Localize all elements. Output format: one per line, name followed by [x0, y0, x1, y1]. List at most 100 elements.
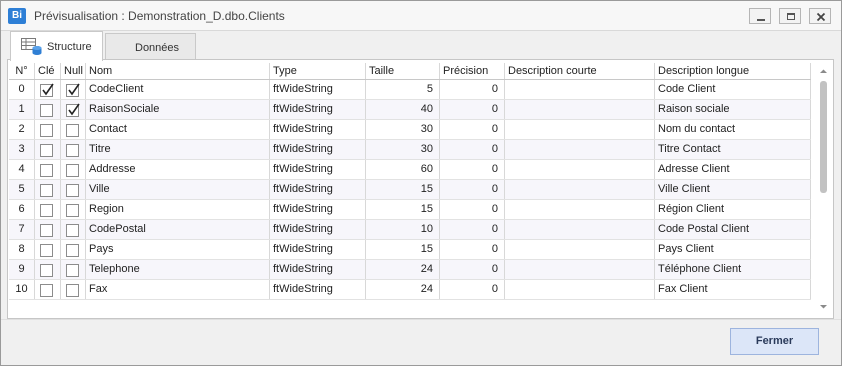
precision-cell[interactable]: 0 — [440, 100, 505, 119]
size-cell[interactable]: 5 — [366, 80, 440, 99]
type-cell[interactable]: ftWideString — [270, 260, 366, 279]
name-cell[interactable]: Region — [86, 200, 270, 219]
column-header-precision[interactable]: Précision — [440, 63, 505, 79]
table-row[interactable]: 4 Addresse ftWideString 60 0 Adresse Client — [9, 160, 811, 180]
tab-structure[interactable]: Structure — [10, 31, 103, 61]
short-description-cell[interactable] — [505, 80, 655, 99]
long-description-cell[interactable]: Raison sociale — [655, 100, 811, 119]
long-description-cell[interactable]: Téléphone Client — [655, 260, 811, 279]
key-checkbox[interactable] — [40, 104, 53, 117]
fermer-button[interactable]: Fermer — [730, 328, 819, 355]
precision-cell[interactable]: 0 — [440, 280, 505, 299]
long-description-cell[interactable]: Pays Client — [655, 240, 811, 259]
long-description-cell[interactable]: Fax Client — [655, 280, 811, 299]
precision-cell[interactable]: 0 — [440, 160, 505, 179]
key-checkbox[interactable] — [40, 224, 53, 237]
close-window-button[interactable] — [809, 8, 831, 24]
precision-cell[interactable]: 0 — [440, 180, 505, 199]
name-cell[interactable]: Fax — [86, 280, 270, 299]
null-checkbox[interactable] — [66, 124, 79, 137]
precision-cell[interactable]: 0 — [440, 80, 505, 99]
type-cell[interactable]: ftWideString — [270, 80, 366, 99]
size-cell[interactable]: 30 — [366, 120, 440, 139]
column-header-null[interactable]: Null — [61, 63, 86, 79]
minimize-button[interactable] — [749, 8, 771, 24]
type-cell[interactable]: ftWideString — [270, 200, 366, 219]
table-row[interactable]: 5 Ville ftWideString 15 0 Ville Client — [9, 180, 811, 200]
table-row[interactable]: 8 Pays ftWideString 15 0 Pays Client — [9, 240, 811, 260]
table-row[interactable]: 2 Contact ftWideString 30 0 Nom du contact — [9, 120, 811, 140]
precision-cell[interactable]: 0 — [440, 140, 505, 159]
long-description-cell[interactable]: Code Postal Client — [655, 220, 811, 239]
key-checkbox[interactable] — [40, 184, 53, 197]
type-cell[interactable]: ftWideString — [270, 140, 366, 159]
key-checkbox[interactable] — [40, 144, 53, 157]
long-description-cell[interactable]: Région Client — [655, 200, 811, 219]
type-cell[interactable]: ftWideString — [270, 280, 366, 299]
short-description-cell[interactable] — [505, 160, 655, 179]
vertical-scrollbar[interactable] — [815, 61, 832, 317]
long-description-cell[interactable]: Code Client — [655, 80, 811, 99]
long-description-cell[interactable]: Nom du contact — [655, 120, 811, 139]
short-description-cell[interactable] — [505, 120, 655, 139]
name-cell[interactable]: Addresse — [86, 160, 270, 179]
short-description-cell[interactable] — [505, 260, 655, 279]
column-header-type[interactable]: Type — [270, 63, 366, 79]
type-cell[interactable]: ftWideString — [270, 120, 366, 139]
tab-donnees[interactable]: Données — [105, 33, 196, 60]
name-cell[interactable]: Ville — [86, 180, 270, 199]
name-cell[interactable]: CodePostal — [86, 220, 270, 239]
short-description-cell[interactable] — [505, 280, 655, 299]
scrollbar-thumb[interactable] — [820, 81, 827, 193]
size-cell[interactable]: 15 — [366, 180, 440, 199]
key-checkbox[interactable] — [40, 204, 53, 217]
null-checkbox[interactable] — [66, 264, 79, 277]
key-checkbox[interactable] — [40, 244, 53, 257]
short-description-cell[interactable] — [505, 220, 655, 239]
long-description-cell[interactable]: Adresse Client — [655, 160, 811, 179]
column-header-name[interactable]: Nom — [86, 63, 270, 79]
column-header-short-description[interactable]: Description courte — [505, 63, 655, 79]
name-cell[interactable]: Contact — [86, 120, 270, 139]
name-cell[interactable]: CodeClient — [86, 80, 270, 99]
name-cell[interactable]: RaisonSociale — [86, 100, 270, 119]
column-header-number[interactable]: N° — [9, 63, 35, 79]
long-description-cell[interactable]: Ville Client — [655, 180, 811, 199]
column-header-key[interactable]: Clé — [35, 63, 61, 79]
long-description-cell[interactable]: Titre Contact — [655, 140, 811, 159]
type-cell[interactable]: ftWideString — [270, 160, 366, 179]
table-row[interactable]: 10 Fax ftWideString 24 0 Fax Client — [9, 280, 811, 300]
size-cell[interactable]: 24 — [366, 260, 440, 279]
type-cell[interactable]: ftWideString — [270, 100, 366, 119]
short-description-cell[interactable] — [505, 100, 655, 119]
null-checkbox[interactable] — [66, 83, 80, 97]
size-cell[interactable]: 24 — [366, 280, 440, 299]
null-checkbox[interactable] — [66, 103, 80, 117]
size-cell[interactable]: 15 — [366, 200, 440, 219]
name-cell[interactable]: Titre — [86, 140, 270, 159]
table-row[interactable]: 6 Region ftWideString 15 0 Région Client — [9, 200, 811, 220]
column-header-long-description[interactable]: Description longue — [655, 63, 811, 79]
null-checkbox[interactable] — [66, 184, 79, 197]
key-checkbox[interactable] — [40, 124, 53, 137]
null-checkbox[interactable] — [66, 224, 79, 237]
null-checkbox[interactable] — [66, 144, 79, 157]
precision-cell[interactable]: 0 — [440, 120, 505, 139]
size-cell[interactable]: 40 — [366, 100, 440, 119]
precision-cell[interactable]: 0 — [440, 220, 505, 239]
short-description-cell[interactable] — [505, 140, 655, 159]
size-cell[interactable]: 10 — [366, 220, 440, 239]
null-checkbox[interactable] — [66, 284, 79, 297]
key-checkbox[interactable] — [40, 264, 53, 277]
table-row[interactable]: 7 CodePostal ftWideString 10 0 Code Postal Cl… — [9, 220, 811, 240]
null-checkbox[interactable] — [66, 164, 79, 177]
scroll-up-arrow-icon[interactable] — [819, 67, 828, 76]
short-description-cell[interactable] — [505, 200, 655, 219]
maximize-button[interactable] — [779, 8, 801, 24]
table-row[interactable]: 9 Telephone ftWideString 24 0 Téléphone Clien… — [9, 260, 811, 280]
table-row[interactable]: 3 Titre ftWideString 30 0 Titre Contact — [9, 140, 811, 160]
column-header-size[interactable]: Taille — [366, 63, 440, 79]
size-cell[interactable]: 30 — [366, 140, 440, 159]
name-cell[interactable]: Telephone — [86, 260, 270, 279]
table-row[interactable]: 1 RaisonSociale ftWideString 40 0 Raison soci… — [9, 100, 811, 120]
